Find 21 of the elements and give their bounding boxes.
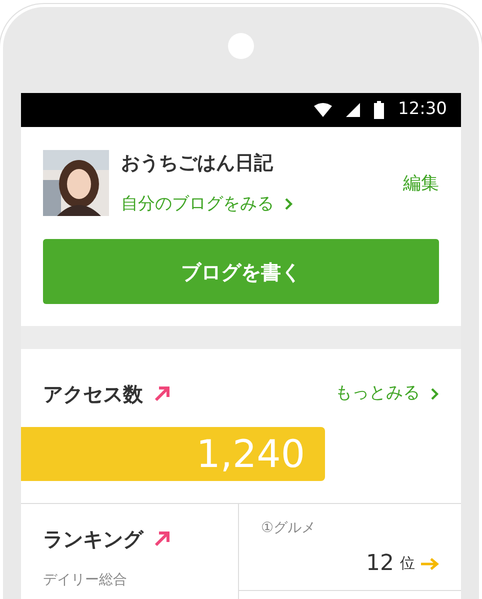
blog-title: おうちごはん日記 <box>121 151 274 176</box>
wifi-icon <box>314 103 332 117</box>
signal-icon <box>346 103 360 117</box>
ranking-category: ①グルメ <box>261 519 317 538</box>
battery-icon <box>374 101 384 119</box>
view-blog-link[interactable]: 自分のブログをみる <box>121 192 403 217</box>
rank-number: 12 <box>366 550 394 578</box>
clock-time: 12:30 <box>398 98 447 122</box>
access-count: 1,240 <box>196 430 305 478</box>
more-link[interactable]: もっとみる <box>335 381 439 407</box>
trend-up-arrow-icon <box>153 385 171 403</box>
rank-unit: 位 <box>400 553 415 574</box>
chevron-right-icon <box>430 387 439 401</box>
edit-link[interactable]: 編集 <box>403 170 439 196</box>
ranking-period: デイリー総合 <box>43 571 128 590</box>
ranking-title: ランキング <box>43 526 143 553</box>
trend-up-arrow-icon <box>153 530 171 548</box>
chevron-right-icon <box>284 197 293 212</box>
access-title: アクセス数 <box>43 381 143 408</box>
write-blog-button[interactable]: ブログを書く <box>43 239 439 304</box>
arrow-right-icon <box>421 558 439 570</box>
